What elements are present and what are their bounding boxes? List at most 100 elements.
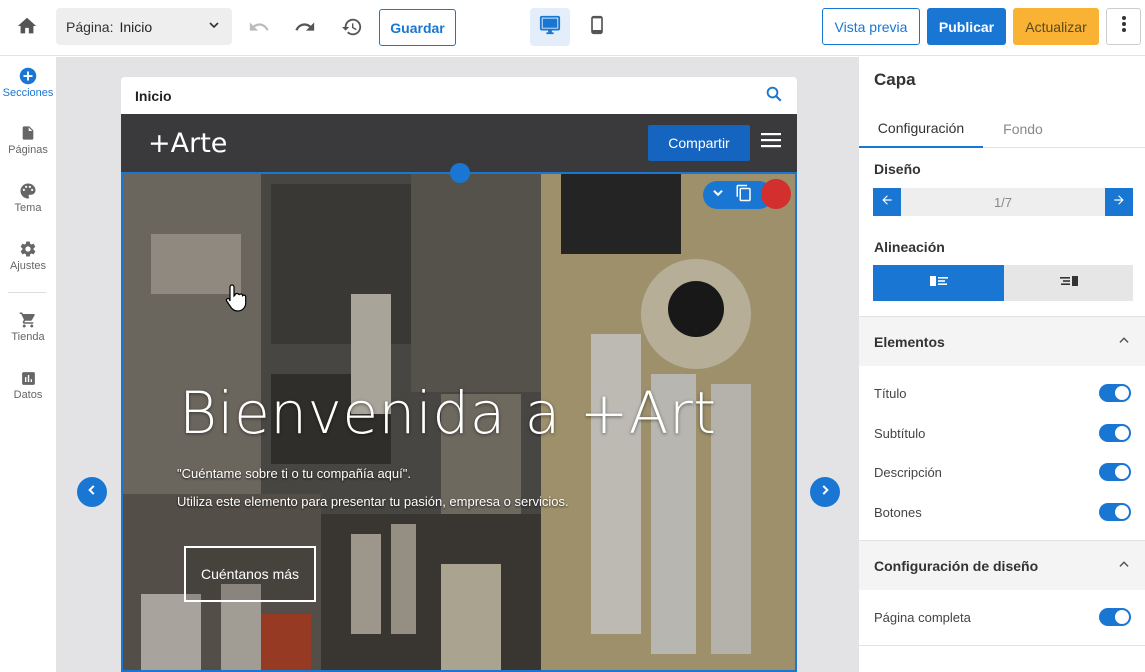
mobile-icon [587, 14, 607, 41]
slider-prev-button[interactable] [77, 477, 107, 507]
chevron-left-icon [85, 483, 99, 502]
sidebar-item-pages[interactable]: Páginas [0, 122, 56, 156]
element-label: Botones [874, 504, 922, 520]
arrow-left-icon [880, 193, 894, 212]
elements-section-header[interactable]: Elementos [859, 316, 1145, 366]
search-icon[interactable] [765, 85, 783, 106]
sidebar-item-label: Ajustes [9, 260, 47, 272]
selected-section-frame[interactable]: Bienvenida a +Art "Cuéntame sobre ti o t… [121, 163, 797, 672]
design-stepper: 1/7 [873, 188, 1133, 216]
redo-icon[interactable] [287, 9, 323, 45]
update-button[interactable]: Actualizar [1013, 8, 1099, 45]
site-logo[interactable]: +Arte [148, 128, 227, 159]
top-toolbar: Página: Inicio Guardar Vista previa Publ… [0, 0, 1145, 56]
sidebar-item-sections[interactable]: Secciones [0, 65, 56, 99]
sidebar-item-theme[interactable]: Tema [0, 180, 56, 214]
cart-icon [19, 309, 37, 331]
layout-label: Configuración de diseño [874, 557, 1039, 574]
preview-button[interactable]: Vista previa [822, 8, 920, 45]
properties-panel: Capa Configuración Fondo Diseño 1/7 Alin… [858, 57, 1145, 672]
file-icon [20, 122, 36, 144]
element-row-buttons: Botones [859, 496, 1145, 528]
page-selector-label: Página: [66, 18, 114, 35]
panel-divider [859, 645, 1145, 646]
page-name: Inicio [135, 87, 172, 104]
publish-button[interactable]: Publicar [927, 8, 1006, 45]
chevron-down-icon [206, 17, 222, 36]
element-row-description: Descripción [859, 456, 1145, 488]
align-left-button[interactable] [873, 265, 1004, 301]
desktop-view-button[interactable] [530, 8, 570, 46]
bar-chart-icon [20, 367, 37, 389]
save-button[interactable]: Guardar [379, 9, 456, 46]
element-label: Descripción [874, 464, 942, 480]
delete-section-button[interactable] [761, 179, 791, 209]
panel-title: Capa [874, 70, 916, 89]
palette-icon [19, 180, 37, 202]
sidebar-item-store[interactable]: Tienda [0, 309, 56, 343]
add-circle-icon [19, 65, 37, 87]
buttons-toggle[interactable] [1099, 503, 1131, 521]
alignment-label: Alineación [874, 239, 945, 255]
slider-next-button[interactable] [810, 477, 840, 507]
site-preview: +Arte Compartir Bienvenida a +Art "Cuént… [121, 114, 797, 672]
sidebar-item-label: Secciones [2, 87, 54, 99]
sidebar-item-data[interactable]: Datos [0, 367, 56, 401]
layout-item-label: Página completa [874, 609, 971, 625]
align-right-button[interactable] [1004, 265, 1133, 301]
sidebar-item-label: Tema [14, 202, 42, 214]
page-name-bar: Inicio [121, 77, 797, 114]
panel-tabs: Configuración Fondo [859, 109, 1145, 148]
hero-title[interactable]: Bienvenida a +Art [179, 379, 717, 447]
tab-background[interactable]: Fondo [983, 109, 1063, 148]
chevron-up-icon [1117, 333, 1131, 350]
description-toggle[interactable] [1099, 463, 1131, 481]
more-options-button[interactable] [1106, 8, 1141, 45]
title-toggle[interactable] [1099, 384, 1131, 402]
sidebar-item-label: Datos [13, 389, 43, 401]
hero-subtitle[interactable]: "Cuéntame sobre ti o tu compañía aquí". [177, 466, 411, 481]
history-icon[interactable] [334, 9, 370, 45]
align-right-icon [1059, 274, 1078, 292]
sidebar-item-label: Páginas [8, 144, 48, 156]
element-row-subtitle: Subtítulo [859, 417, 1145, 449]
chevron-up-icon [1117, 557, 1131, 574]
page-selector-value: Inicio [119, 18, 153, 35]
editor-canvas: Inicio +Arte Compartir Bienvenida a +Art… [57, 57, 858, 672]
chevron-down-icon[interactable] [711, 186, 725, 205]
design-prev-button[interactable] [873, 188, 901, 216]
layout-section-header[interactable]: Configuración de diseño [859, 540, 1145, 590]
mobile-view-button[interactable] [578, 8, 616, 46]
design-label: Diseño [874, 161, 921, 177]
more-vertical-icon [1121, 15, 1127, 38]
element-label: Título [874, 385, 907, 401]
layout-row-fullpage: Página completa [859, 601, 1145, 633]
home-icon[interactable] [9, 8, 45, 44]
hamburger-menu-icon[interactable] [761, 132, 783, 152]
gear-icon [19, 238, 37, 260]
element-label: Subtítulo [874, 425, 926, 441]
undo-icon[interactable] [241, 9, 277, 45]
align-left-icon [929, 274, 948, 292]
subtitle-toggle[interactable] [1099, 424, 1131, 442]
sidebar-divider [8, 292, 46, 293]
elements-label: Elementos [874, 333, 945, 350]
fullpage-toggle[interactable] [1099, 608, 1131, 626]
hand-cursor-icon [225, 283, 249, 318]
tab-configuration[interactable]: Configuración [859, 109, 983, 148]
chevron-right-icon [818, 483, 832, 502]
design-next-button[interactable] [1105, 188, 1133, 216]
alignment-toggle [873, 265, 1133, 301]
sidebar-item-label: Tienda [11, 331, 45, 343]
copy-icon[interactable] [735, 184, 753, 207]
sidebar-item-settings[interactable]: Ajustes [0, 238, 56, 272]
page-selector[interactable]: Página: Inicio [56, 8, 232, 45]
desktop-icon [539, 14, 561, 41]
design-value: 1/7 [993, 194, 1013, 210]
hero-cta-button[interactable]: Cuéntanos más [184, 546, 316, 602]
arrow-right-icon [1112, 193, 1126, 212]
element-row-title: Título [859, 377, 1145, 409]
share-button[interactable]: Compartir [648, 125, 750, 161]
hero-description[interactable]: Utiliza este elemento para presentar tu … [177, 494, 569, 509]
drag-handle[interactable] [450, 163, 470, 183]
